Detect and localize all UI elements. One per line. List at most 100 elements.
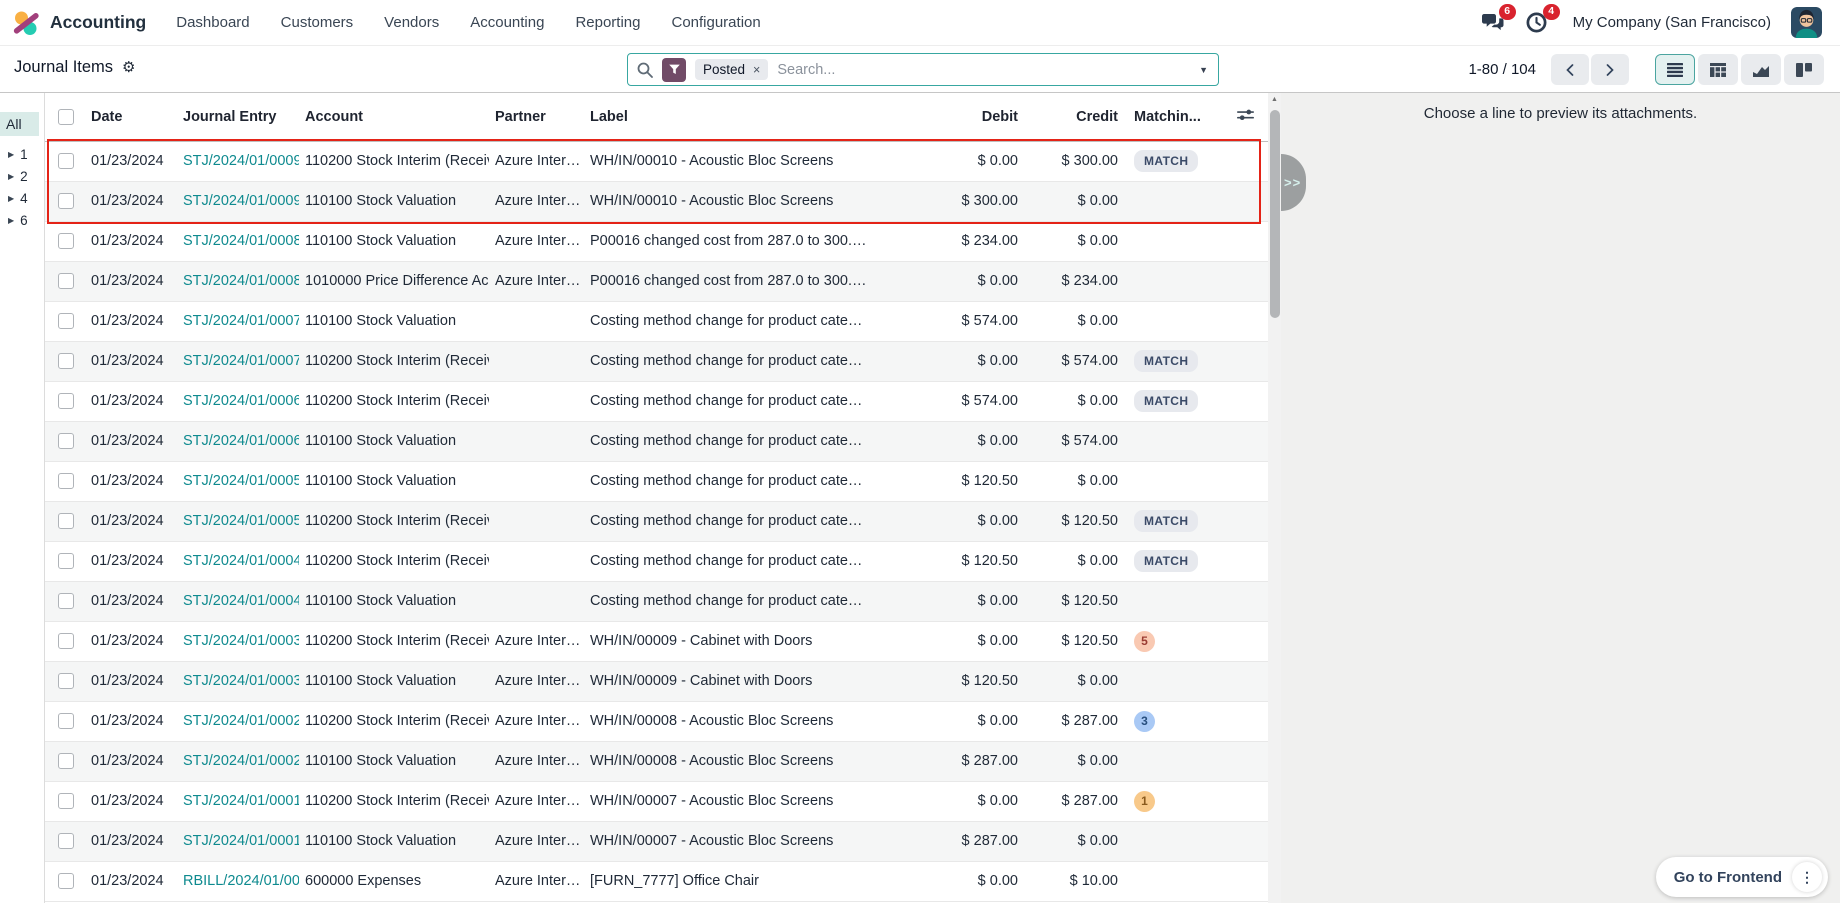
- journal-entry-link[interactable]: STJ/2024/01/0001: [183, 833, 299, 849]
- table-row[interactable]: 01/23/2024 STJ/2024/01/0008 110100 Stock…: [45, 221, 1268, 261]
- row-checkbox[interactable]: [58, 633, 74, 649]
- row-checkbox[interactable]: [58, 393, 74, 409]
- row-checkbox[interactable]: [58, 873, 74, 889]
- column-header-journal-entry[interactable]: Journal Entry: [177, 93, 299, 141]
- table-row[interactable]: 01/23/2024 RBILL/2024/01/00… 600000 Expe…: [45, 861, 1268, 901]
- journal-entry-link[interactable]: STJ/2024/01/0009: [183, 153, 299, 169]
- view-switcher-pivot-button[interactable]: [1698, 54, 1738, 85]
- row-checkbox[interactable]: [58, 513, 74, 529]
- table-row[interactable]: 01/23/2024 STJ/2024/01/0002 110200 Stock…: [45, 701, 1268, 741]
- table-row[interactable]: 01/23/2024 STJ/2024/01/0007 110100 Stock…: [45, 301, 1268, 341]
- table-row[interactable]: 01/23/2024 STJ/2024/01/0009 110100 Stock…: [45, 181, 1268, 221]
- search-bar[interactable]: Posted × Search... ▼: [627, 53, 1219, 86]
- journal-entry-link[interactable]: RBILL/2024/01/00…: [183, 873, 299, 889]
- panel-expand-button[interactable]: >>: [1281, 154, 1306, 211]
- table-row[interactable]: 01/23/2024 STJ/2024/01/0003 110100 Stock…: [45, 661, 1268, 701]
- row-checkbox[interactable]: [58, 313, 74, 329]
- row-checkbox[interactable]: [58, 673, 74, 689]
- row-checkbox[interactable]: [58, 473, 74, 489]
- column-header-account[interactable]: Account: [299, 93, 489, 141]
- activities-clock-icon[interactable]: 4: [1525, 12, 1549, 34]
- matching-badge[interactable]: 3: [1134, 711, 1155, 732]
- sidebar-item-4[interactable]: ▶4: [0, 187, 44, 209]
- facet-remove-icon[interactable]: ×: [753, 63, 760, 77]
- row-checkbox[interactable]: [58, 713, 74, 729]
- table-row[interactable]: 01/23/2024 STJ/2024/01/0009 110200 Stock…: [45, 141, 1268, 181]
- row-checkbox[interactable]: [58, 793, 74, 809]
- messages-icon[interactable]: 6: [1481, 12, 1505, 34]
- column-header-date[interactable]: Date: [85, 93, 177, 141]
- row-checkbox[interactable]: [58, 833, 74, 849]
- matching-badge[interactable]: 1: [1134, 791, 1155, 812]
- journal-entry-link[interactable]: STJ/2024/01/0002: [183, 753, 299, 769]
- gear-icon[interactable]: ⚙: [122, 60, 135, 75]
- table-row[interactable]: 01/23/2024 STJ/2024/01/0004 110100 Stock…: [45, 581, 1268, 621]
- select-all-checkbox[interactable]: [58, 109, 74, 125]
- matching-badge[interactable]: 5: [1134, 631, 1155, 652]
- column-settings-sliders-icon[interactable]: [1237, 108, 1254, 122]
- nav-menu-configuration[interactable]: Configuration: [671, 14, 760, 31]
- table-row[interactable]: 01/23/2024 STJ/2024/01/0005 110200 Stock…: [45, 501, 1268, 541]
- search-dropdown-caret-icon[interactable]: ▼: [1199, 65, 1208, 75]
- match-button[interactable]: MATCH: [1134, 510, 1198, 532]
- journal-entry-link[interactable]: STJ/2024/01/0001: [183, 793, 299, 809]
- match-button[interactable]: MATCH: [1134, 390, 1198, 412]
- journal-entry-link[interactable]: STJ/2024/01/0004: [183, 593, 299, 609]
- row-checkbox[interactable]: [58, 233, 74, 249]
- row-checkbox[interactable]: [58, 353, 74, 369]
- row-checkbox[interactable]: [58, 553, 74, 569]
- sidebar-item-all[interactable]: All: [0, 112, 39, 136]
- journal-entry-link[interactable]: STJ/2024/01/0007: [183, 313, 299, 329]
- nav-menu-dashboard[interactable]: Dashboard: [176, 14, 249, 31]
- view-switcher-graph-button[interactable]: [1741, 54, 1781, 85]
- journal-entry-link[interactable]: STJ/2024/01/0005: [183, 513, 299, 529]
- sidebar-item-1[interactable]: ▶1: [0, 143, 44, 165]
- journal-entry-link[interactable]: STJ/2024/01/0006: [183, 393, 299, 409]
- row-checkbox[interactable]: [58, 153, 74, 169]
- table-row[interactable]: 01/23/2024 STJ/2024/01/0007 110200 Stock…: [45, 341, 1268, 381]
- table-row[interactable]: 01/23/2024 STJ/2024/01/0005 110100 Stock…: [45, 461, 1268, 501]
- app-name[interactable]: Accounting: [50, 12, 146, 33]
- match-button[interactable]: MATCH: [1134, 550, 1198, 572]
- column-header-credit[interactable]: Credit: [1028, 93, 1128, 141]
- pager-next-button[interactable]: [1591, 54, 1629, 85]
- table-row[interactable]: 01/23/2024 STJ/2024/01/0008 1010000 Pric…: [45, 261, 1268, 301]
- journal-entry-link[interactable]: STJ/2024/01/0002: [183, 713, 299, 729]
- table-row[interactable]: 01/23/2024 STJ/2024/01/0001 110100 Stock…: [45, 821, 1268, 861]
- go-to-frontend-button[interactable]: Go to Frontend: [1674, 869, 1782, 886]
- table-row[interactable]: 01/23/2024 STJ/2024/01/0003 110200 Stock…: [45, 621, 1268, 661]
- nav-menu-accounting[interactable]: Accounting: [470, 14, 544, 31]
- view-switcher-kanban-button[interactable]: [1784, 54, 1824, 85]
- journal-entry-link[interactable]: STJ/2024/01/0009: [183, 193, 299, 209]
- search-input[interactable]: Search...: [777, 62, 835, 78]
- company-switcher[interactable]: My Company (San Francisco): [1573, 14, 1771, 31]
- journal-entry-link[interactable]: STJ/2024/01/0008: [183, 273, 299, 289]
- kebab-menu-icon[interactable]: ⋮: [1792, 862, 1822, 892]
- row-checkbox[interactable]: [58, 193, 74, 209]
- sidebar-item-2[interactable]: ▶2: [0, 165, 44, 187]
- sidebar-item-6[interactable]: ▶6: [0, 209, 44, 231]
- column-header-debit[interactable]: Debit: [936, 93, 1028, 141]
- user-avatar[interactable]: [1791, 7, 1822, 38]
- nav-menu-vendors[interactable]: Vendors: [384, 14, 439, 31]
- odoo-logo-icon[interactable]: [12, 9, 40, 37]
- journal-entry-link[interactable]: STJ/2024/01/0006: [183, 433, 299, 449]
- table-row[interactable]: 01/23/2024 STJ/2024/01/0002 110100 Stock…: [45, 741, 1268, 781]
- nav-menu-customers[interactable]: Customers: [281, 14, 354, 31]
- column-header-label[interactable]: Label: [584, 93, 936, 141]
- table-row[interactable]: 01/23/2024 STJ/2024/01/0006 110200 Stock…: [45, 381, 1268, 421]
- row-checkbox[interactable]: [58, 753, 74, 769]
- journal-entry-link[interactable]: STJ/2024/01/0004: [183, 553, 299, 569]
- column-header-matching[interactable]: Matchin...: [1128, 93, 1223, 141]
- journal-entry-link[interactable]: STJ/2024/01/0007: [183, 353, 299, 369]
- table-row[interactable]: 01/23/2024 STJ/2024/01/0004 110200 Stock…: [45, 541, 1268, 581]
- search-facet-posted[interactable]: Posted ×: [695, 59, 768, 80]
- pager-previous-button[interactable]: [1551, 54, 1589, 85]
- nav-menu-reporting[interactable]: Reporting: [575, 14, 640, 31]
- view-switcher-list-button[interactable]: [1655, 54, 1695, 85]
- journal-entry-link[interactable]: STJ/2024/01/0003: [183, 673, 299, 689]
- row-checkbox[interactable]: [58, 593, 74, 609]
- row-checkbox[interactable]: [58, 273, 74, 289]
- table-row[interactable]: 01/23/2024 STJ/2024/01/0001 110200 Stock…: [45, 781, 1268, 821]
- match-button[interactable]: MATCH: [1134, 150, 1198, 172]
